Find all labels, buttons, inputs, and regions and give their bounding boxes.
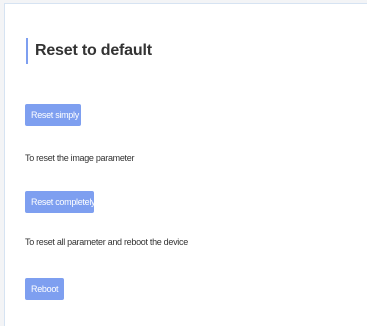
reboot-button[interactable]: Reboot — [25, 278, 64, 300]
section-header: Reset to default — [26, 38, 152, 64]
title-accent-bar — [26, 38, 28, 64]
reset-completely-button[interactable]: Reset completely — [25, 191, 96, 213]
reset-simply-description: To reset the image parameter — [25, 153, 135, 163]
reset-panel: Reset to default Reset simply To reset t… — [4, 3, 367, 326]
reset-completely-description: To reset all parameter and reboot the de… — [25, 237, 188, 247]
page-title: Reset to default — [35, 42, 152, 59]
reset-simply-button[interactable]: Reset simply — [25, 104, 81, 126]
